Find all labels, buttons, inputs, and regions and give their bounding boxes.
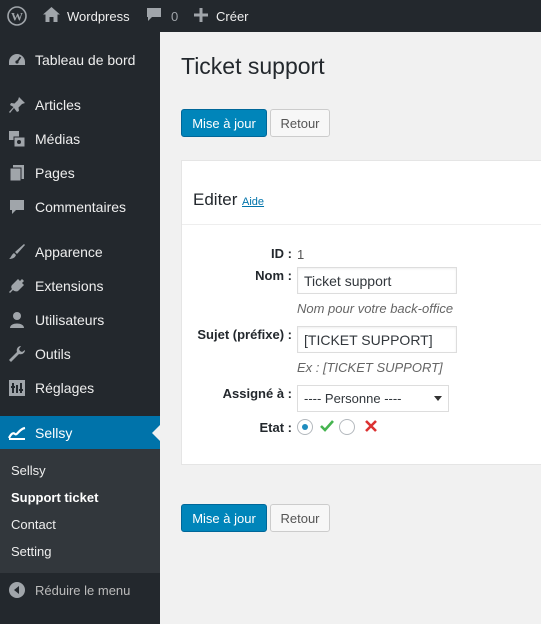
sellsy-submenu: Sellsy Support ticket Contact Setting [0,449,160,573]
back-button-bottom[interactable]: Retour [270,504,330,532]
name-hint: Nom pour votre back-office [297,301,454,316]
menu-item-extensions[interactable]: Extensions [0,269,160,303]
menu-label: Réglages [35,380,95,396]
cross-icon [364,419,378,438]
menu-item-comments[interactable]: Commentaires [0,190,160,224]
menu-label: Commentaires [35,199,127,215]
page-title: Ticket support [181,53,325,79]
menu-label: Médias [35,131,81,147]
comment-icon [146,7,162,25]
settings-icon [8,379,26,397]
panel-header: Editer Aide [182,161,541,225]
edit-panel: Editer Aide ID : 1 Nom : Ticket support … [181,160,541,465]
plugin-icon [8,277,26,295]
state-label: Etat : [259,420,293,435]
new-label: Créer [216,8,249,24]
id-label: ID : [271,246,292,261]
help-link[interactable]: Aide [242,196,264,208]
menu-item-appearance[interactable]: Apparence [0,235,160,269]
menu-item-pages[interactable]: Pages [0,156,160,190]
menu-item-settings[interactable]: Réglages [0,371,160,405]
menu-label: Extensions [35,278,104,294]
id-value: 1 [297,247,305,262]
wrench-icon [8,345,26,363]
site-name-link[interactable]: Wordpress [43,0,130,32]
pages-icon [8,164,26,182]
menu-item-dashboard[interactable]: Tableau de bord [0,43,160,77]
subject-label: Sujet (préfixe) : [197,327,292,342]
comments-link[interactable]: 0 [146,0,178,32]
menu-item-medias[interactable]: Médias [0,122,160,156]
subject-hint: Ex : [TICKET SUPPORT] [297,360,443,375]
submenu-item-contact[interactable]: Contact [11,517,56,532]
check-icon [320,419,334,438]
wordpress-logo-icon[interactable]: W [7,0,27,32]
menu-item-tools[interactable]: Outils [0,337,160,371]
new-content-link[interactable]: Créer [194,0,249,32]
dashboard-icon [8,51,26,69]
menu-item-articles[interactable]: Articles [0,88,160,122]
submenu-item-sellsy[interactable]: Sellsy [11,463,46,478]
menu-label: Pages [35,165,75,181]
submenu-item-setting[interactable]: Setting [11,544,51,559]
chart-icon [8,424,26,442]
assigned-select[interactable]: ---- Personne ---- [297,385,449,412]
user-icon [8,311,26,329]
submenu-item-support-ticket[interactable]: Support ticket [11,490,98,505]
plus-icon [194,7,208,25]
menu-label: Outils [35,346,71,362]
collapse-arrow-icon [8,581,26,599]
assigned-label: Assigné à : [222,386,292,401]
comment-icon [8,198,26,216]
menu-label: Articles [35,97,81,113]
collapse-label: Réduire le menu [35,582,131,598]
back-button[interactable]: Retour [270,109,330,137]
site-name: Wordpress [67,8,130,24]
state-radio-open[interactable] [297,419,313,435]
name-input[interactable]: Ticket support [297,267,457,294]
menu-label: Sellsy [35,425,73,441]
media-icon [8,130,26,148]
panel-title: Editer [193,190,238,209]
menu-item-users[interactable]: Utilisateurs [0,303,160,337]
current-menu-arrow [152,425,160,441]
update-button[interactable]: Mise à jour [181,109,267,137]
subject-input[interactable]: [TICKET SUPPORT] [297,326,457,353]
pin-icon [8,96,26,114]
brush-icon [8,243,26,261]
name-label: Nom : [255,268,292,283]
menu-item-sellsy[interactable]: Sellsy [0,416,160,450]
admin-bar: W Wordpress 0 Créer [0,0,541,32]
assigned-select-value: ---- Personne ---- [304,391,402,406]
home-icon [43,7,60,25]
collapse-menu-button[interactable]: Réduire le menu [0,573,160,607]
main-content: Ticket support Mise à jour Retour Editer… [160,32,541,624]
admin-menu: Tableau de bord Articles Médias Pages Co… [0,32,160,624]
update-button-bottom[interactable]: Mise à jour [181,504,267,532]
svg-text:W: W [11,10,23,24]
comments-count: 0 [171,8,179,24]
state-radio-closed[interactable] [339,419,355,435]
chevron-down-icon [434,396,442,401]
menu-label: Utilisateurs [35,312,105,328]
menu-label: Tableau de bord [35,52,136,68]
menu-label: Apparence [35,244,103,260]
